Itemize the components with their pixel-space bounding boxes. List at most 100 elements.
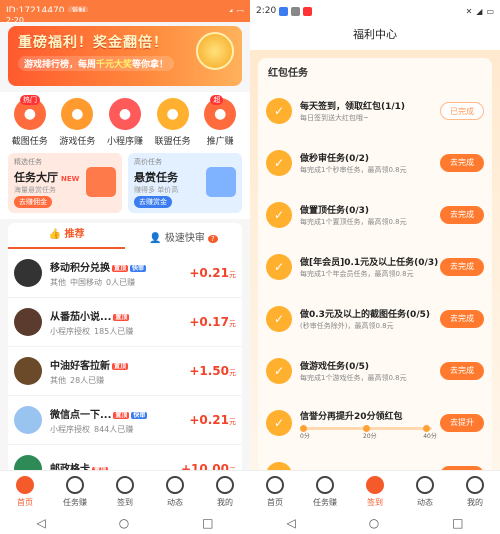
tabbar-item[interactable]: 首页 [0,471,50,512]
task-list: 移动积分兑换 置顶 快审 其他 中国移动 0人已赚 +0.21元从番茄小说... 置顶小程序授… [8,249,242,494]
task-title: 从番茄小说... 置顶 [50,308,189,323]
right-screen: 2:20 ✕ ◢ ▭ 福利中心 红包任务 ✓ 每天签到，领取红包(1/1) 每日签到… [250,0,500,534]
home-icon[interactable]: ○ [369,516,379,530]
quick-item[interactable]: ● 游戏任务 [54,98,102,147]
tab-icon [66,476,84,494]
quick-item[interactable]: ● 联盟任务 [149,98,197,147]
tab-fast-review[interactable]: 👤 极速快审 ? [125,229,242,244]
recents-icon[interactable]: □ [202,516,213,530]
tab-icon [116,476,134,494]
tab-icon [416,476,434,494]
quick-item[interactable]: ● 超推广赚 [196,95,244,147]
reward-value: +1.50 [189,364,229,378]
task-desc: 每日签到送大红包哦~ [300,114,369,122]
task-title: 微信点一下... 置顶 快审 [50,406,189,421]
task-action-button[interactable]: 去完成 [440,206,484,224]
welfare-task: ✓ 信誉分再提升20分领红包 0分 20分 40分 去提升 [258,397,492,449]
task-action-button[interactable]: 去提升 [440,414,484,432]
task-meta-cat: 其他 [50,375,66,385]
welfare-task: ✓ 做游戏任务(0/5) 每完成1个游戏任务，最高领0.8元 去完成 [258,345,492,397]
reward-value: +0.21 [189,266,229,280]
tabbar-item[interactable]: 签到 [100,471,150,512]
tabbar-item[interactable]: 任务赚 [300,471,350,512]
tab-recommend[interactable]: 👍 推荐 [8,223,125,249]
task-title-text: 从番茄小说... [50,311,112,323]
back-icon[interactable]: ◁ [286,516,295,530]
help-icon: ? [208,234,218,243]
gift-icon [206,167,236,197]
quick-item[interactable]: ● 热门 截图任务 [6,95,54,147]
avatar [14,259,42,287]
task-list-right: ✓ 每天签到，领取红包(1/1) 每日签到送大红包哦~ 已完成 ✓ 做秒审任务(0/2) 每… [258,85,492,470]
system-nav: ◁ ○ □ [0,512,250,534]
tabbar-label: 任务赚 [313,498,337,507]
tabbar-item[interactable]: 签到 [350,471,400,512]
task-row[interactable]: 中油好客拉新 置顶 其他 28人已赚 +1.50元 [8,347,242,396]
card-kicker: 高价任务 [134,158,162,166]
task-meta-count: 844人已赚 [94,424,134,434]
task-row[interactable]: 从番茄小说... 置顶 小程序授权 185人已赚 +0.17元 [8,298,242,347]
tab-icon [466,476,484,494]
task-row[interactable]: 移动积分兑换 置顶 快审 其他 中国移动 0人已赚 +0.21元 [8,249,242,298]
task-reward: +0.17元 [189,315,236,329]
task-info: 做[年会员]0.1元及以上任务(0/3) 每完成1个年会员任务，最高领0.8元 [300,255,440,279]
card-title-text: 悬赏任务 [134,171,178,184]
task-reward: +0.21元 [189,266,236,280]
task-action-button[interactable]: 去完成 [440,362,484,380]
tab-icon [16,476,34,494]
tabbar-label: 签到 [117,498,133,507]
avatar [14,308,42,336]
check-icon: ✓ [266,98,292,124]
tab-icon [216,476,234,494]
alliance-icon: ● [156,98,189,130]
feature-card[interactable]: 高价任务 悬赏任务 赚得多 单价高 去赚赏金 [128,153,242,213]
tab-icon [366,476,384,494]
tabbar-item[interactable]: 首页 [250,471,300,512]
progress-label: 40分 [423,432,437,440]
card-button[interactable]: 去赚佣金 [14,196,52,208]
task-title: 做0.3元及以上的截图任务(0/5) [300,310,430,320]
task-info: 每天签到，领取红包(1/1) 每日签到送大红包哦~ [300,99,440,123]
task-action-button[interactable]: 去完成 [440,258,484,276]
shield-icon: ✓ [266,410,292,436]
task-action-button[interactable]: 去完成 [440,310,484,328]
recents-icon[interactable]: □ [452,516,463,530]
red-packet-panel: 红包任务 ✓ 每天签到，领取红包(1/1) 每日签到送大红包哦~ 已完成 ✓ 做秒审任务(… [258,58,492,470]
tabbar-label: 首页 [17,498,33,507]
tabbar-item[interactable]: 我的 [450,471,500,512]
card-button[interactable]: 去赚赏金 [134,196,172,208]
home-icon[interactable]: ○ [119,516,129,530]
promo-banner[interactable]: 重磅福利！奖金翻倍！ 游戏排行榜，每周千元大奖等你拿！ [8,26,242,86]
task-meta-cat: 小程序授权 [50,326,90,336]
tabbar-item[interactable]: 我的 [200,471,250,512]
tabbar-item[interactable]: 动态 [150,471,200,512]
tab-icon [316,476,334,494]
task-desc: 每完成1个游戏任务，最高领0.8元 [300,374,407,382]
task-action-button[interactable]: 已完成 [440,102,484,120]
stopwatch-icon: ✓ [266,150,292,176]
task-action-button[interactable]: 去完成 [440,154,484,172]
tabbar-item[interactable]: 任务赚 [50,471,100,512]
task-desc: 每完成1个置顶任务，最高领0.8元 [300,218,407,226]
screenshot-icon: ✓ [266,306,292,332]
system-nav-right: ◁ ○ □ [250,512,500,534]
quick-entry-grid: ● 热门 截图任务 ● 游戏任务 ● 小程序赚 ● 联盟任务 ● 超推广赚 [0,92,250,147]
tabbar-item[interactable]: 动态 [400,471,450,512]
feature-card[interactable]: 精选任务 任务大厅 NEW 海量悬赏任务 去赚佣金 [8,153,122,213]
miniprogram-icon: ● [108,98,141,130]
task-title: 做[年会员]0.1元及以上任务(0/3) [300,258,439,268]
hot-tag: 超 [210,95,224,105]
task-meta: 其他 中国移动 0人已赚 [50,277,189,288]
quick-item-label: 小程序赚 [106,137,143,147]
task-info: 从番茄小说... 置顶 小程序授权 185人已赚 [50,308,189,337]
card-kicker: 精选任务 [14,158,42,166]
left-screen: ID:17214470 复制 ◢ ▭ 2:20 重磅福利！奖金翻倍！ 游戏排行榜… [0,0,250,534]
app-icon [303,6,313,16]
task-info: 做秒审任务(0/2) 每完成1个秒审任务，最高领0.8元 [300,151,440,175]
quick-item[interactable]: ● 小程序赚 [101,98,149,147]
task-row[interactable]: 微信点一下... 置顶 快审 小程序授权 844人已赚 +0.21元 [8,396,242,445]
back-icon[interactable]: ◁ [36,516,45,530]
gamepad-icon: ✓ [266,358,292,384]
page-title: 福利中心 [250,22,500,50]
task-info: 中油好客拉新 置顶 其他 28人已赚 [50,357,189,386]
